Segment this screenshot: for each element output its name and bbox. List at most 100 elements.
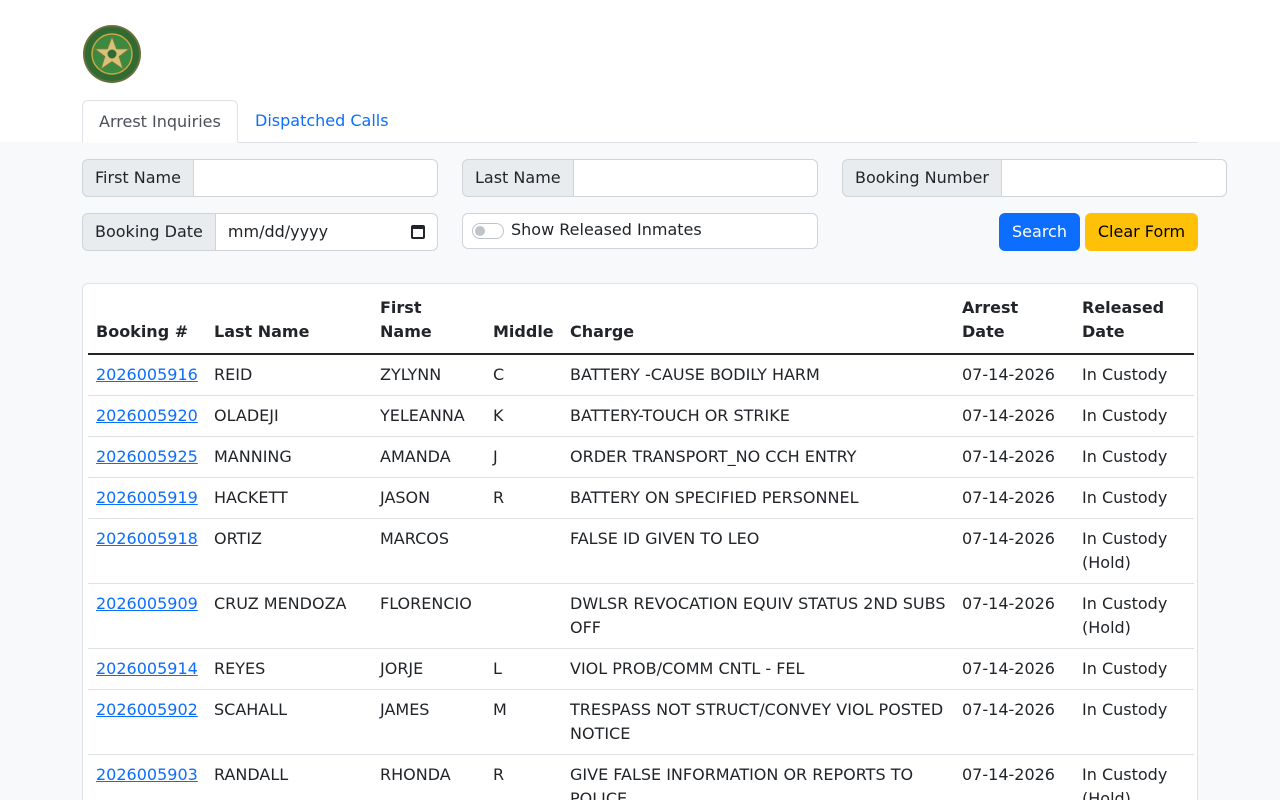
released-date-cell: In Custody (Hold)	[1074, 754, 1194, 800]
booking-link[interactable]: 2026005902	[96, 700, 198, 719]
booking-link[interactable]: 2026005916	[96, 365, 198, 384]
middle-cell: K	[485, 395, 562, 437]
first-name-input[interactable]	[193, 159, 438, 197]
booking-cell: 2026005925	[88, 436, 206, 478]
last-name-cell: ORTIZ	[206, 518, 372, 584]
booking-date-label: Booking Date	[82, 213, 216, 251]
booking-link[interactable]: 2026005925	[96, 447, 198, 466]
calendar-icon[interactable]	[411, 225, 425, 239]
table-row: 2026005916 REID ZYLYNN C BATTERY -CAUSE …	[88, 354, 1194, 396]
booking-cell: 2026005903	[88, 754, 206, 800]
last-name-cell: SCAHALL	[206, 689, 372, 755]
col-released-date: Released Date	[1074, 294, 1194, 355]
tab-bar: Arrest Inquiries Dispatched Calls	[82, 100, 1198, 143]
arrest-date-cell: 07-14-2026	[954, 754, 1074, 800]
released-date-cell: In Custody	[1074, 648, 1194, 690]
last-name-label: Last Name	[462, 159, 574, 197]
booking-cell: 2026005909	[88, 583, 206, 649]
middle-cell: R	[485, 754, 562, 800]
switch-knob	[475, 226, 485, 236]
booking-link[interactable]: 2026005919	[96, 488, 198, 507]
col-released-date-line2: Date	[1082, 322, 1125, 341]
middle-cell: R	[485, 477, 562, 519]
arrest-date-cell: 07-14-2026	[954, 648, 1074, 690]
released-date-cell: In Custody	[1074, 436, 1194, 478]
last-name-cell: RANDALL	[206, 754, 372, 800]
clear-form-button[interactable]: Clear Form	[1085, 213, 1198, 251]
sheriff-badge-logo	[83, 25, 141, 83]
col-first-name: First Name	[372, 294, 485, 355]
middle-cell: M	[485, 689, 562, 755]
arrest-date-cell: 07-14-2026	[954, 395, 1074, 437]
first-name-cell: ZYLYNN	[372, 354, 485, 396]
booking-number-label: Booking Number	[842, 159, 1002, 197]
table-row: 2026005925 MANNING AMANDA J ORDER TRANSP…	[88, 436, 1194, 478]
booking-number-input[interactable]	[1001, 159, 1227, 197]
booking-date-placeholder: mm/dd/yyyy	[227, 222, 329, 241]
booking-link[interactable]: 2026005920	[96, 406, 198, 425]
table-row: 2026005903 RANDALL RHONDA R GIVE FALSE I…	[88, 754, 1194, 800]
middle-cell	[485, 583, 562, 649]
col-released-date-line1: Released	[1082, 298, 1165, 317]
col-middle: Middle	[485, 294, 562, 355]
booking-cell: 2026005918	[88, 518, 206, 584]
show-released-switch[interactable]	[472, 223, 504, 239]
first-name-cell: RHONDA	[372, 754, 485, 800]
col-first-name-line1: First	[380, 298, 422, 317]
released-date-cell: In Custody	[1074, 395, 1194, 437]
booking-link[interactable]: 2026005909	[96, 594, 198, 613]
booking-date-input[interactable]: mm/dd/yyyy	[215, 213, 438, 251]
charge-cell: ORDER TRANSPORT_NO CCH ENTRY	[562, 436, 954, 478]
col-first-name-line2: Name	[380, 322, 432, 341]
booking-cell: 2026005916	[88, 354, 206, 396]
header: Arrest Inquiries Dispatched Calls	[0, 0, 1280, 143]
table-row: 2026005920 OLADEJI YELEANNA K BATTERY-TO…	[88, 395, 1194, 437]
released-date-cell: In Custody	[1074, 689, 1194, 755]
arrest-results-table: Booking # Last Name First Name Middle Cha…	[88, 294, 1194, 800]
last-name-group: Last Name	[462, 159, 818, 197]
search-button[interactable]: Search	[999, 213, 1080, 251]
booking-link[interactable]: 2026005903	[96, 765, 198, 784]
booking-cell: 2026005920	[88, 395, 206, 437]
booking-link[interactable]: 2026005918	[96, 529, 198, 548]
charge-cell: GIVE FALSE INFORMATION OR REPORTS TO POL…	[562, 754, 954, 800]
tab-arrest-inquiries[interactable]: Arrest Inquiries	[82, 100, 238, 143]
table-header-row: Booking # Last Name First Name Middle Cha…	[88, 294, 1194, 355]
show-released-toggle-box: Show Released Inmates	[462, 213, 818, 249]
booking-link[interactable]: 2026005914	[96, 659, 198, 678]
tab-dispatched-calls[interactable]: Dispatched Calls	[239, 100, 405, 143]
arrest-date-cell: 07-14-2026	[954, 689, 1074, 755]
charge-cell: BATTERY-TOUCH OR STRIKE	[562, 395, 954, 437]
arrest-date-cell: 07-14-2026	[954, 354, 1074, 396]
arrest-date-cell: 07-14-2026	[954, 477, 1074, 519]
first-name-group: First Name	[82, 159, 438, 197]
last-name-cell: REID	[206, 354, 372, 396]
first-name-cell: JASON	[372, 477, 485, 519]
last-name-cell: OLADEJI	[206, 395, 372, 437]
first-name-label: First Name	[82, 159, 194, 197]
charge-cell: FALSE ID GIVEN TO LEO	[562, 518, 954, 584]
released-date-cell: In Custody (Hold)	[1074, 583, 1194, 649]
booking-number-group: Booking Number	[842, 159, 1227, 197]
col-last-name: Last Name	[206, 294, 372, 355]
charge-cell: BATTERY ON SPECIFIED PERSONNEL	[562, 477, 954, 519]
last-name-cell: HACKETT	[206, 477, 372, 519]
booking-cell: 2026005902	[88, 689, 206, 755]
first-name-cell: JORJE	[372, 648, 485, 690]
table-row: 2026005918 ORTIZ MARCOS FALSE ID GIVEN T…	[88, 518, 1194, 584]
released-date-cell: In Custody	[1074, 354, 1194, 396]
middle-cell: C	[485, 354, 562, 396]
first-name-cell: YELEANNA	[372, 395, 485, 437]
middle-cell	[485, 518, 562, 584]
show-released-label: Show Released Inmates	[511, 220, 702, 239]
arrest-date-cell: 07-14-2026	[954, 436, 1074, 478]
booking-cell: 2026005914	[88, 648, 206, 690]
charge-cell: BATTERY -CAUSE BODILY HARM	[562, 354, 954, 396]
col-booking: Booking #	[88, 294, 206, 355]
booking-cell: 2026005919	[88, 477, 206, 519]
last-name-input[interactable]	[573, 159, 818, 197]
last-name-cell: REYES	[206, 648, 372, 690]
results-card: Booking # Last Name First Name Middle Cha…	[82, 283, 1198, 800]
released-date-cell: In Custody	[1074, 477, 1194, 519]
first-name-cell: FLORENCIO	[372, 583, 485, 649]
